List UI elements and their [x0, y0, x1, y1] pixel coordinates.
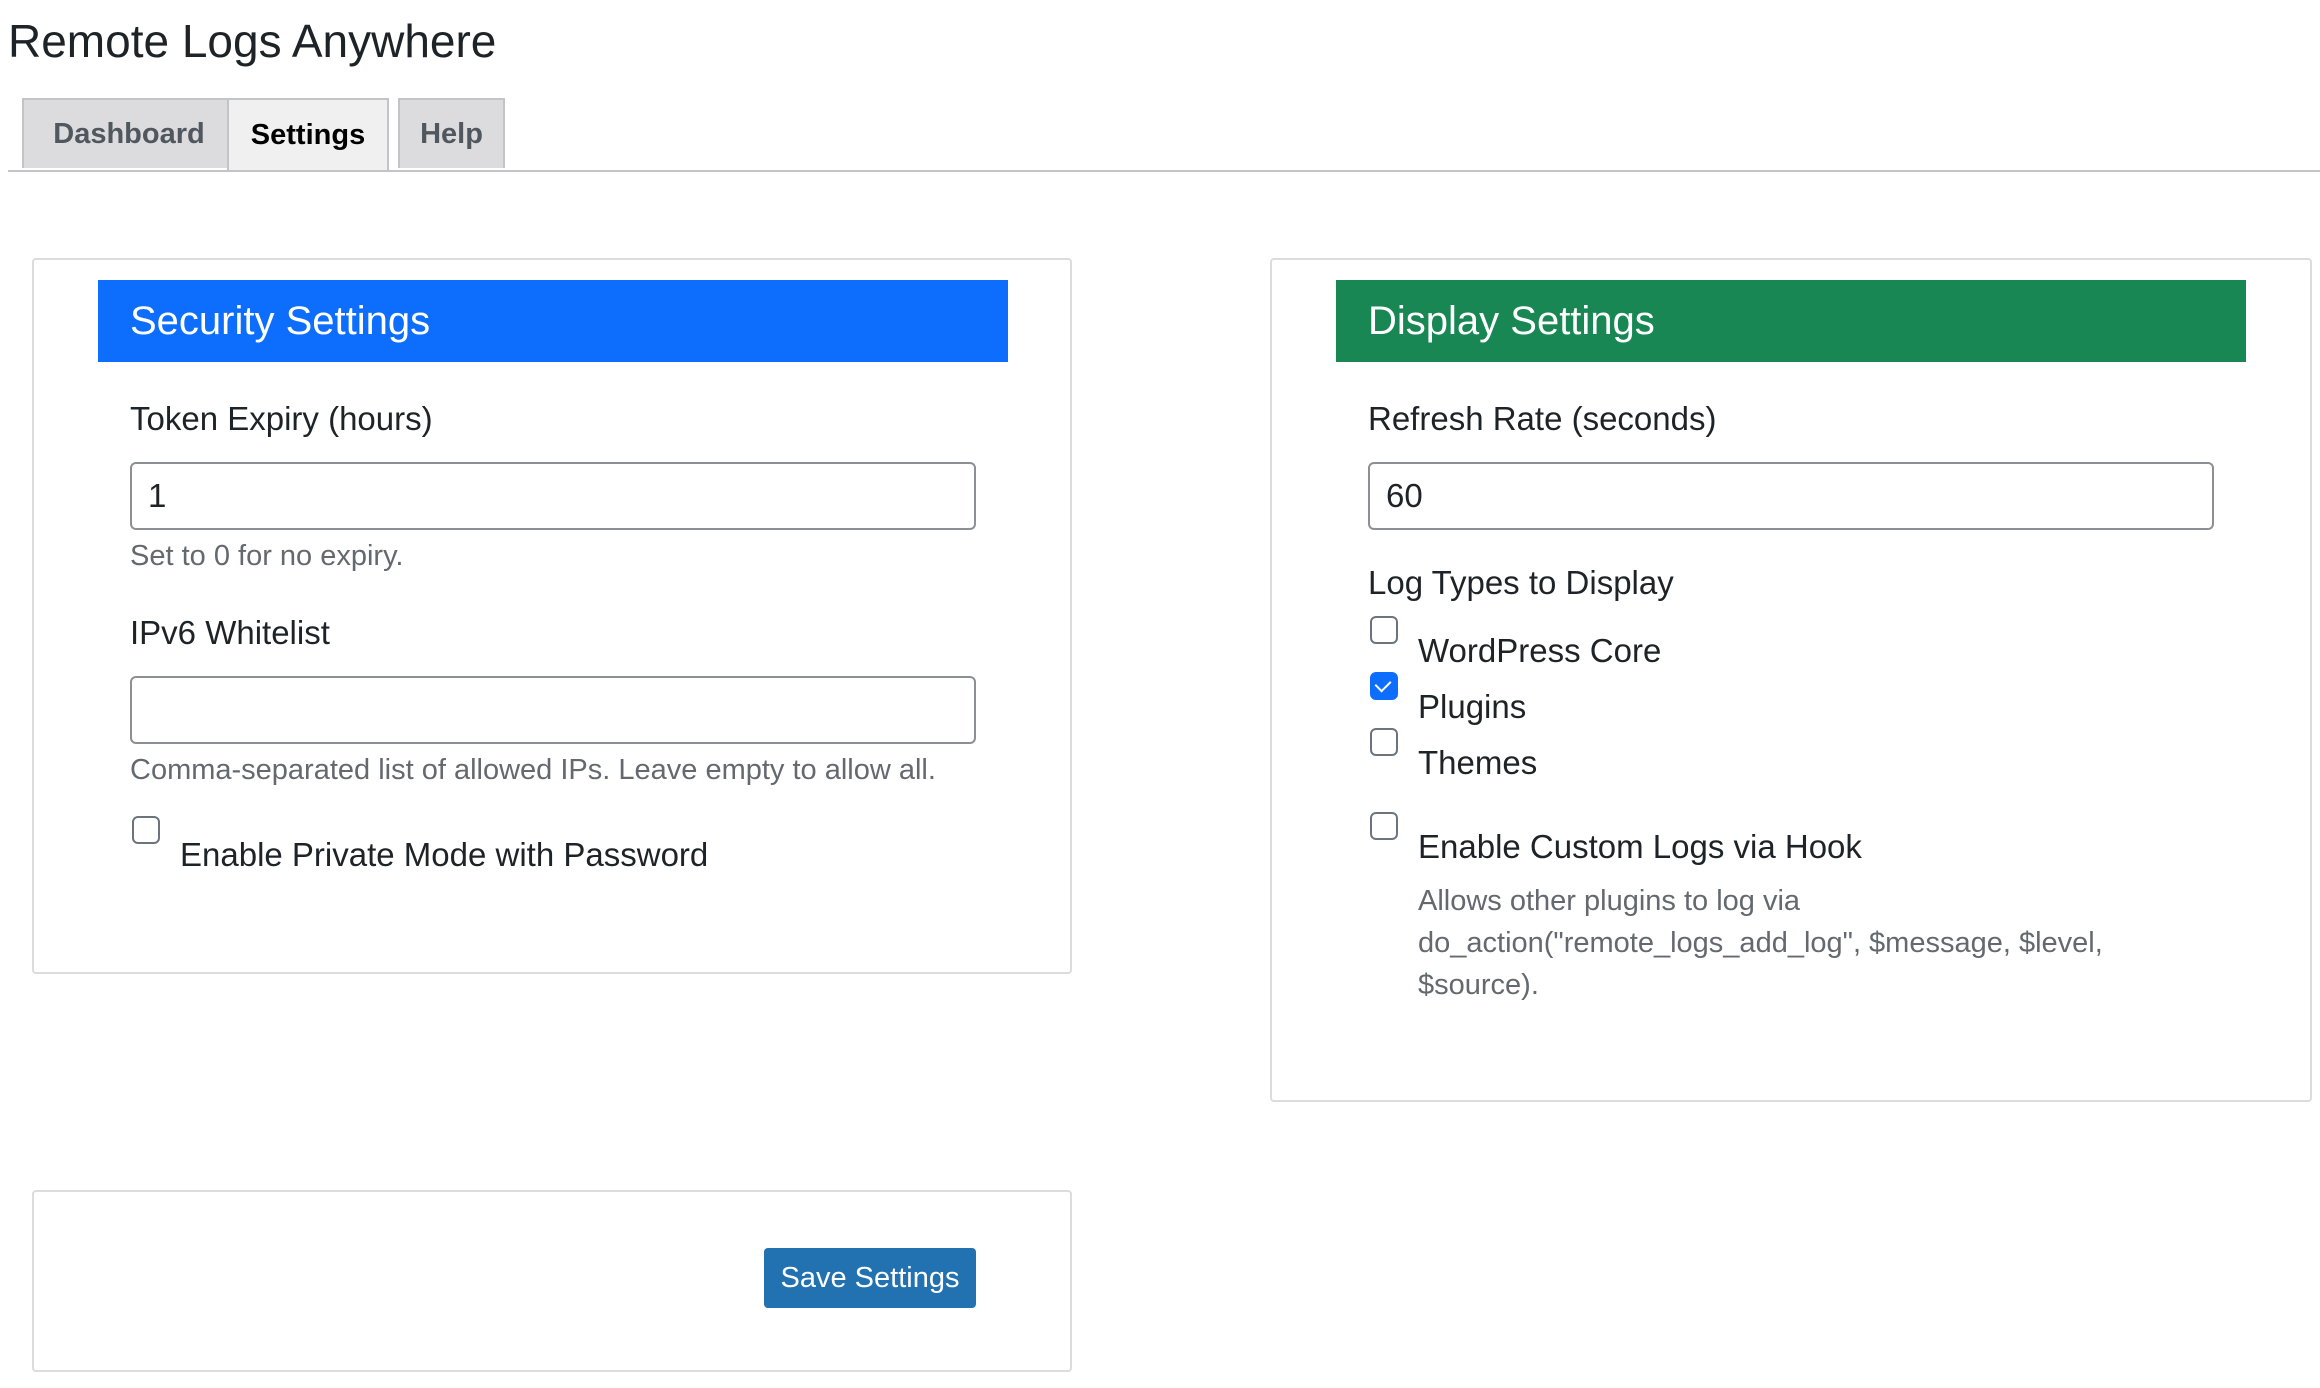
- custom-logs-help-line: do_action("remote_logs_add_log", $messag…: [1418, 927, 2103, 959]
- display-settings-card: Display Settings Refresh Rate (seconds) …: [1270, 258, 2312, 1102]
- private-mode-checkbox[interactable]: [132, 816, 160, 844]
- ipv6-whitelist-help: Comma-separated list of allowed IPs. Lea…: [130, 754, 936, 786]
- refresh-rate-input[interactable]: [1368, 462, 2214, 530]
- save-settings-button[interactable]: Save Settings: [764, 1248, 976, 1308]
- log-types-label: Log Types to Display: [1368, 564, 1674, 601]
- tab-help[interactable]: Help: [398, 98, 505, 168]
- tab-settings[interactable]: Settings: [227, 98, 389, 170]
- security-settings-card: Security Settings Token Expiry (hours) S…: [32, 258, 1072, 974]
- custom-logs-help: Allows other plugins to log via do_actio…: [1418, 880, 2103, 1006]
- custom-logs-label: Enable Custom Logs via Hook: [1418, 828, 1862, 865]
- private-mode-label: Enable Private Mode with Password: [180, 836, 709, 873]
- custom-logs-help-line: Allows other plugins to log via: [1418, 885, 1801, 917]
- custom-logs-help-line: $source).: [1418, 969, 1539, 1001]
- log-type-plugins-label: Plugins: [1418, 688, 1527, 725]
- refresh-rate-label: Refresh Rate (seconds): [1368, 400, 1717, 437]
- token-expiry-help: Set to 0 for no expiry.: [130, 540, 404, 572]
- tab-bar: Dashboard Settings Help: [8, 98, 2320, 172]
- tab-dashboard[interactable]: Dashboard: [22, 98, 236, 168]
- page-title: Remote Logs Anywhere: [8, 15, 497, 67]
- ipv6-whitelist-input[interactable]: [130, 676, 976, 744]
- display-settings-header: Display Settings: [1336, 280, 2246, 362]
- token-expiry-label: Token Expiry (hours): [130, 400, 433, 437]
- checkmark-icon: [1374, 675, 1392, 693]
- log-type-wordpress-core-label: WordPress Core: [1418, 632, 1662, 669]
- security-settings-header: Security Settings: [98, 280, 1008, 362]
- save-card: Save Settings: [32, 1190, 1072, 1372]
- token-expiry-input[interactable]: [130, 462, 976, 530]
- log-type-themes-label: Themes: [1418, 744, 1538, 781]
- custom-logs-checkbox[interactable]: [1370, 812, 1398, 840]
- log-type-plugins-checkbox[interactable]: [1370, 672, 1398, 700]
- log-type-wordpress-core-checkbox[interactable]: [1370, 616, 1398, 644]
- log-type-themes-checkbox[interactable]: [1370, 728, 1398, 756]
- ipv6-whitelist-label: IPv6 Whitelist: [130, 614, 330, 651]
